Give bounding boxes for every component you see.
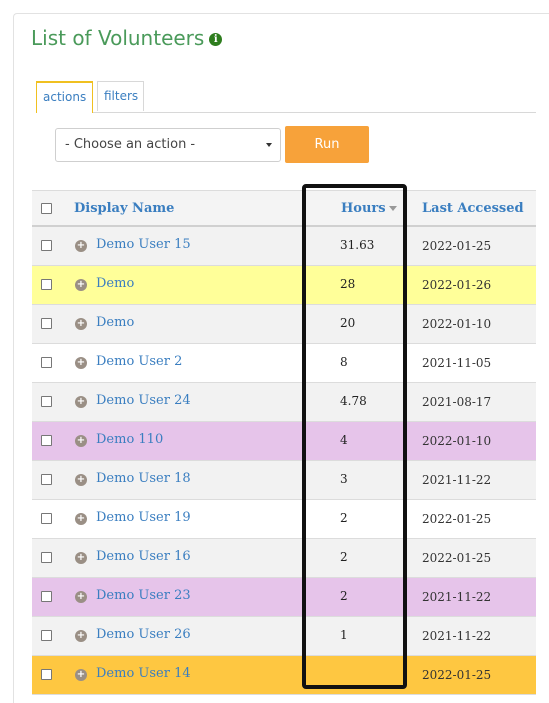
volunteer-name-link[interactable]: Demo User 23 (96, 588, 191, 603)
last-accessed-value: 2022-01-26 (422, 278, 492, 292)
row-checkbox[interactable] (41, 591, 52, 602)
expand-plus-icon[interactable]: + (75, 669, 87, 681)
sort-desc-icon (388, 206, 397, 211)
last-accessed-value: 2022-01-10 (422, 434, 492, 448)
expand-plus-icon[interactable]: + (75, 591, 87, 603)
table-row[interactable]: + Demo 20 2022-01-10 (32, 305, 536, 344)
table-row[interactable]: + Demo User 26 1 2021-11-22 (32, 617, 536, 656)
chevron-down-icon (266, 143, 272, 147)
last-accessed-value: 2022-01-25 (422, 668, 492, 682)
hours-value: 4.78 (340, 394, 367, 408)
volunteer-name-link[interactable]: Demo User 14 (96, 666, 191, 681)
volunteer-name-link[interactable]: Demo User 2 (96, 354, 182, 369)
tab-filters[interactable]: filters (97, 81, 144, 111)
volunteer-name-link[interactable]: Demo User 19 (96, 510, 191, 525)
volunteer-name-link[interactable]: Demo (96, 315, 134, 330)
volunteer-name-link[interactable]: Demo (96, 276, 134, 291)
hours-value: 28 (340, 277, 356, 291)
expand-plus-icon[interactable]: + (75, 513, 87, 525)
hours-value: 3 (340, 472, 348, 486)
row-checkbox[interactable] (41, 318, 52, 329)
table-row[interactable]: + Demo 28 2022-01-26 (32, 266, 536, 305)
hours-value: 2 (340, 511, 348, 525)
last-accessed-value: 2021-08-17 (422, 395, 492, 409)
expand-plus-icon[interactable]: + (75, 240, 87, 252)
volunteer-name-link[interactable]: Demo User 15 (96, 237, 191, 252)
volunteer-name-link[interactable]: Demo User 26 (96, 627, 191, 642)
row-checkbox[interactable] (41, 669, 52, 680)
header-hours-label: Hours (341, 201, 386, 216)
table-row[interactable]: + Demo User 24 4.78 2021-08-17 (32, 383, 536, 422)
table-row[interactable]: + Demo User 23 2 2021-11-22 (32, 578, 536, 617)
table-row[interactable]: + Demo User 16 2 2022-01-25 (32, 539, 536, 578)
table-row[interactable]: + Demo User 15 31.63 2022-01-25 (32, 227, 536, 266)
action-select-value: - Choose an action - (65, 137, 196, 152)
table-row[interactable]: + Demo 110 4 2022-01-10 (32, 422, 536, 461)
row-checkbox[interactable] (41, 435, 52, 446)
table-row[interactable]: + Demo User 18 3 2021-11-22 (32, 461, 536, 500)
last-accessed-value: 2022-01-25 (422, 512, 492, 526)
last-accessed-value: 2021-11-22 (422, 473, 492, 487)
table-row[interactable]: + Demo User 14 2022-01-25 (32, 656, 536, 695)
expand-plus-icon[interactable]: + (75, 474, 87, 486)
row-checkbox[interactable] (41, 279, 52, 290)
volunteer-name-link[interactable]: Demo User 24 (96, 393, 191, 408)
volunteer-name-link[interactable]: Demo 110 (96, 432, 163, 447)
expand-plus-icon[interactable]: + (75, 435, 87, 447)
select-all-checkbox[interactable] (41, 203, 52, 214)
last-accessed-value: 2022-01-25 (422, 239, 492, 253)
row-checkbox[interactable] (41, 513, 52, 524)
volunteer-name-link[interactable]: Demo User 18 (96, 471, 191, 486)
row-checkbox[interactable] (41, 396, 52, 407)
row-checkbox[interactable] (41, 240, 52, 251)
table-row[interactable]: + Demo User 2 8 2021-11-05 (32, 344, 536, 383)
action-select[interactable]: - Choose an action - (55, 128, 281, 162)
expand-plus-icon[interactable]: + (75, 552, 87, 564)
table-row[interactable]: + Demo User 19 2 2022-01-25 (32, 500, 536, 539)
hours-value: 8 (340, 355, 348, 369)
hours-value: 4 (340, 433, 348, 447)
volunteer-name-link[interactable]: Demo User 16 (96, 549, 191, 564)
hours-value: 2 (340, 589, 348, 603)
hours-value: 2 (340, 550, 348, 564)
expand-plus-icon[interactable]: + (75, 357, 87, 369)
last-accessed-value: 2021-11-22 (422, 590, 492, 604)
row-checkbox[interactable] (41, 552, 52, 563)
row-checkbox[interactable] (41, 357, 52, 368)
expand-plus-icon[interactable]: + (75, 318, 87, 330)
header-last-accessed[interactable]: Last Accessed (422, 201, 524, 216)
tab-bar: actions filters (36, 81, 536, 113)
hours-value: 31.63 (340, 238, 375, 252)
page-title-text: List of Volunteers (31, 26, 205, 50)
expand-plus-icon[interactable]: + (75, 630, 87, 642)
expand-plus-icon[interactable]: + (75, 279, 87, 291)
expand-plus-icon[interactable]: + (75, 396, 87, 408)
table-header-row: Display Name Hours Last Accessed (32, 190, 536, 227)
info-icon[interactable]: i (209, 33, 223, 46)
header-hours[interactable]: Hours (341, 201, 397, 216)
run-button[interactable]: Run (285, 126, 369, 163)
row-checkbox[interactable] (41, 474, 52, 485)
page-title: List of Volunteers i (31, 26, 223, 50)
header-display-name[interactable]: Display Name (74, 201, 174, 216)
row-checkbox[interactable] (41, 630, 52, 641)
volunteers-table: Display Name Hours Last Accessed + Demo U… (32, 190, 536, 695)
last-accessed-value: 2021-11-22 (422, 629, 492, 643)
tab-actions[interactable]: actions (36, 81, 93, 113)
last-accessed-value: 2022-01-25 (422, 551, 492, 565)
hours-value: 20 (340, 316, 356, 330)
last-accessed-value: 2022-01-10 (422, 317, 492, 331)
hours-value: 1 (340, 628, 348, 642)
last-accessed-value: 2021-11-05 (422, 356, 492, 370)
